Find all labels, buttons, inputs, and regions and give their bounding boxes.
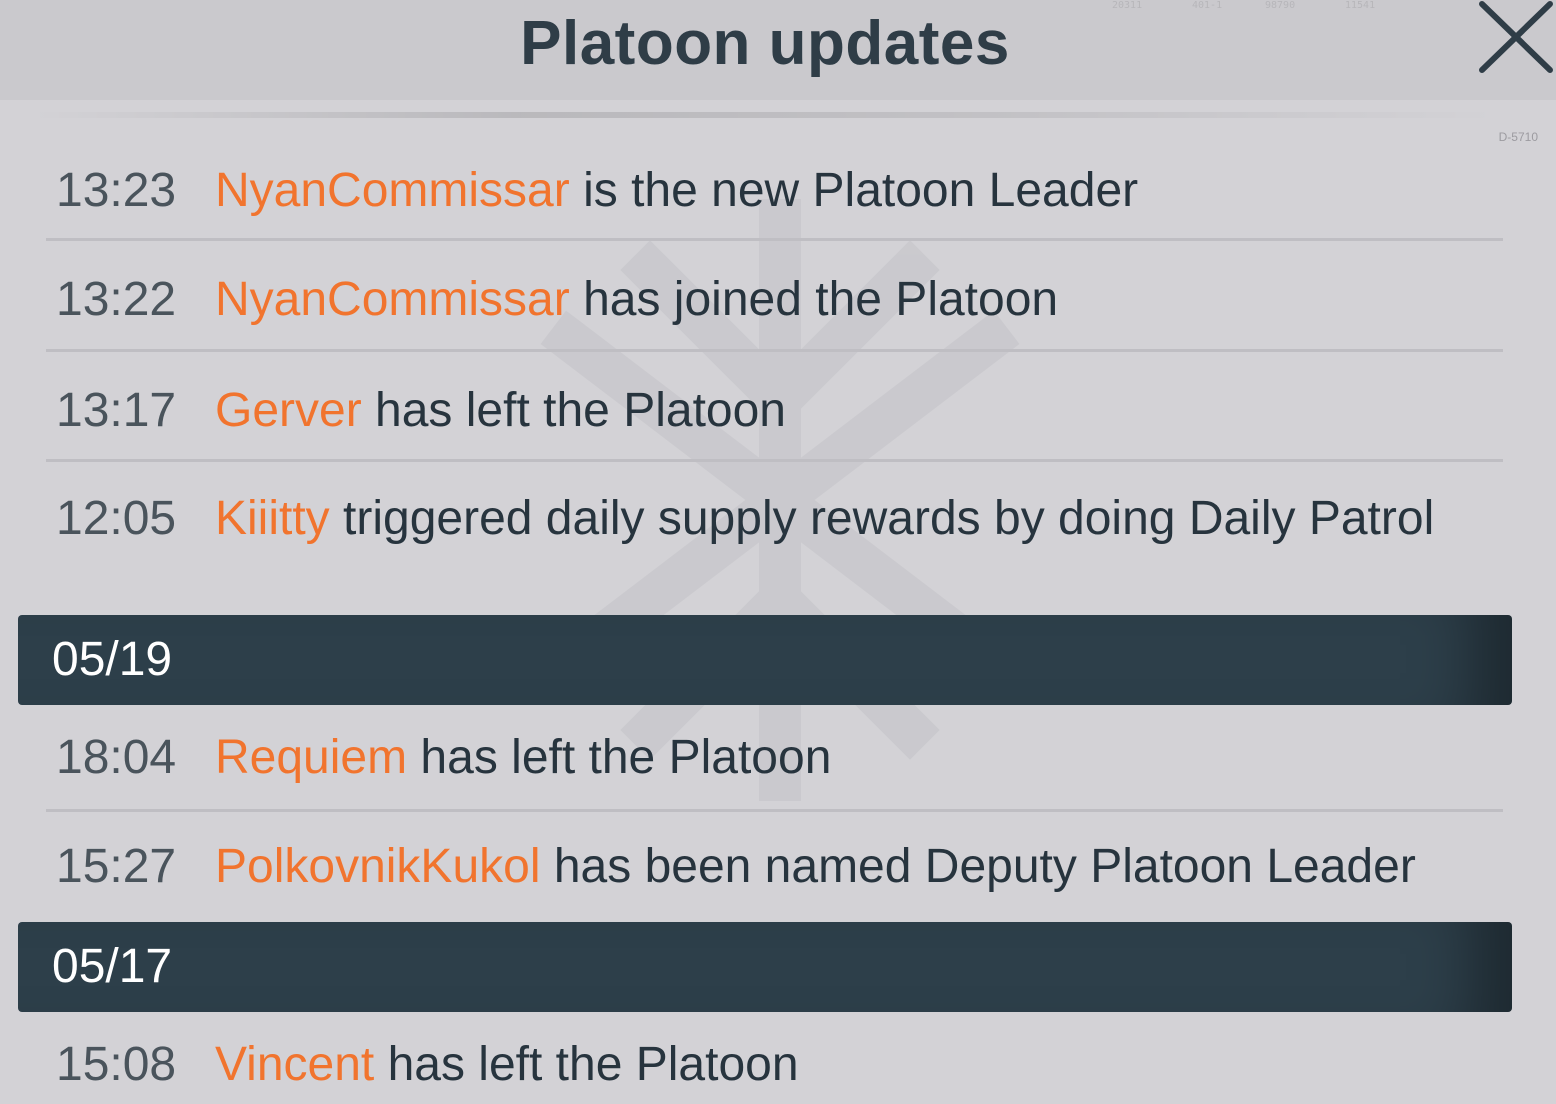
header-divider <box>30 112 1500 118</box>
update-time: 13:23 <box>56 164 177 217</box>
player-name[interactable]: NyanCommissar <box>215 273 570 326</box>
date-header: 05/19 <box>18 615 1512 705</box>
update-time: 13:17 <box>56 384 177 437</box>
update-message: PolkovnikKukol has been named Deputy Pla… <box>215 840 1505 894</box>
list-item: 15:08 Vincent has left the Platoon <box>46 1012 1503 1104</box>
list-item: 13:23 NyanCommissar is the new Platoon L… <box>46 154 1503 241</box>
date-header: 05/17 <box>18 922 1512 1012</box>
list-item: 18:04 Requiem has left the Platoon <box>46 705 1503 812</box>
update-time: 15:27 <box>56 840 177 893</box>
date-label: 05/19 <box>52 633 173 686</box>
player-name[interactable]: Kiiitty <box>215 492 330 545</box>
update-time: 15:08 <box>56 1038 177 1091</box>
update-text: has been named Deputy Platoon Leader <box>540 840 1416 893</box>
player-name[interactable]: Vincent <box>215 1038 374 1091</box>
update-text: has left the Platoon <box>361 384 786 437</box>
update-text: has joined the Platoon <box>569 273 1059 326</box>
update-text: has left the Platoon <box>407 731 832 784</box>
update-message: NyanCommissar is the new Platoon Leader <box>215 164 1465 218</box>
update-message: Gerver has left the Platoon <box>215 384 1465 438</box>
updates-list[interactable]: 13:23 NyanCommissar is the new Platoon L… <box>0 134 1556 1104</box>
list-item: 15:27 PolkovnikKukol has been named Depu… <box>46 812 1503 920</box>
update-text: triggered daily supply rewards by doing … <box>329 492 1435 545</box>
player-name[interactable]: NyanCommissar <box>215 164 570 217</box>
update-text: is the new Platoon Leader <box>569 164 1139 217</box>
update-message: Kiiitty triggered daily supply rewards b… <box>215 492 1465 546</box>
player-name[interactable]: Requiem <box>215 731 407 784</box>
update-text: has left the Platoon <box>374 1038 799 1091</box>
update-time: 18:04 <box>56 731 177 784</box>
list-item: 13:17 Gerver has left the Platoon <box>46 352 1503 462</box>
date-label: 05/17 <box>52 940 173 993</box>
update-message: Requiem has left the Platoon <box>215 731 1465 785</box>
player-name[interactable]: PolkovnikKukol <box>215 840 541 893</box>
update-message: NyanCommissar has joined the Platoon <box>215 273 1465 327</box>
player-name[interactable]: Gerver <box>215 384 362 437</box>
update-message: Vincent has left the Platoon <box>215 1038 1465 1092</box>
close-icon <box>1479 1 1553 73</box>
update-time: 12:05 <box>56 492 177 545</box>
page-title: Platoon updates <box>520 9 1010 78</box>
update-time: 13:22 <box>56 273 177 326</box>
list-item: 12:05 Kiiitty triggered daily supply rew… <box>46 462 1503 612</box>
list-item: 13:22 NyanCommissar has joined the Plato… <box>46 241 1503 352</box>
close-button[interactable] <box>1476 0 1556 80</box>
header-bar: 20311 401-1 98790 11541 Platoon updates <box>0 0 1556 100</box>
